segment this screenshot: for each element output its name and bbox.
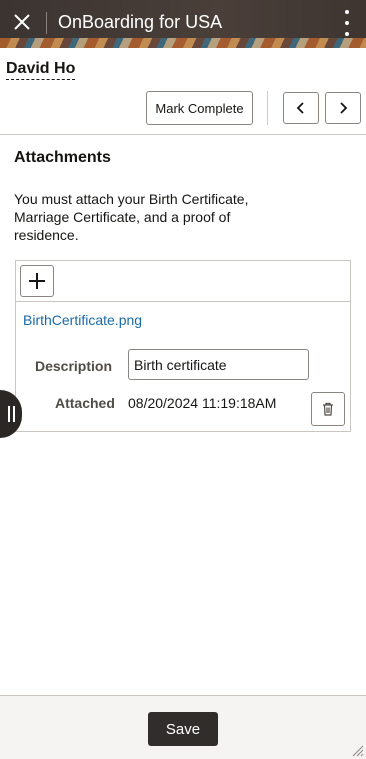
page-title: OnBoarding for USA xyxy=(58,12,223,32)
next-button[interactable] xyxy=(325,92,361,124)
drag-handle-icon xyxy=(7,406,10,422)
delete-attachment-button[interactable] xyxy=(311,392,345,426)
attached-timestamp: 08/20/2024 11:19:18AM xyxy=(128,395,277,411)
toolbar-separator xyxy=(0,134,366,135)
previous-button[interactable] xyxy=(283,92,319,124)
description-input[interactable] xyxy=(128,349,309,380)
more-vertical-icon-dot xyxy=(345,21,349,25)
attachments-toolbar xyxy=(16,261,350,302)
drag-handle-icon-bar xyxy=(12,406,15,422)
description-label: Description xyxy=(35,358,113,374)
attachments-title: Attachments xyxy=(14,149,111,166)
save-button[interactable]: Save xyxy=(148,712,218,746)
more-vertical-icon xyxy=(345,10,349,14)
chevron-left-icon xyxy=(296,102,304,114)
header-banner-pattern xyxy=(0,38,366,48)
add-attachment-button[interactable] xyxy=(20,265,54,297)
more-vertical-icon-dot xyxy=(345,32,349,36)
resize-grip-icon[interactable] xyxy=(350,743,364,757)
mark-complete-button[interactable]: Mark Complete xyxy=(146,91,253,125)
close-icon xyxy=(14,14,30,30)
plus-icon xyxy=(29,273,45,289)
toolbar-divider xyxy=(267,91,268,125)
header-divider xyxy=(46,12,47,34)
more-options-button[interactable] xyxy=(340,10,354,36)
footer-bar: Save xyxy=(0,696,366,759)
attached-label: Attached xyxy=(55,395,115,411)
attachment-file-link[interactable]: BirthCertificate.png xyxy=(23,312,142,328)
chevron-right-icon xyxy=(340,102,348,114)
trash-icon xyxy=(323,402,333,416)
person-name[interactable]: David Ho xyxy=(6,60,76,80)
attachments-instructions: You must attach your Birth Certificate, … xyxy=(14,191,249,243)
attachments-panel: BirthCertificate.png Description Attache… xyxy=(15,260,351,432)
app-header: OnBoarding for USA xyxy=(0,0,366,48)
close-button[interactable] xyxy=(8,8,36,36)
